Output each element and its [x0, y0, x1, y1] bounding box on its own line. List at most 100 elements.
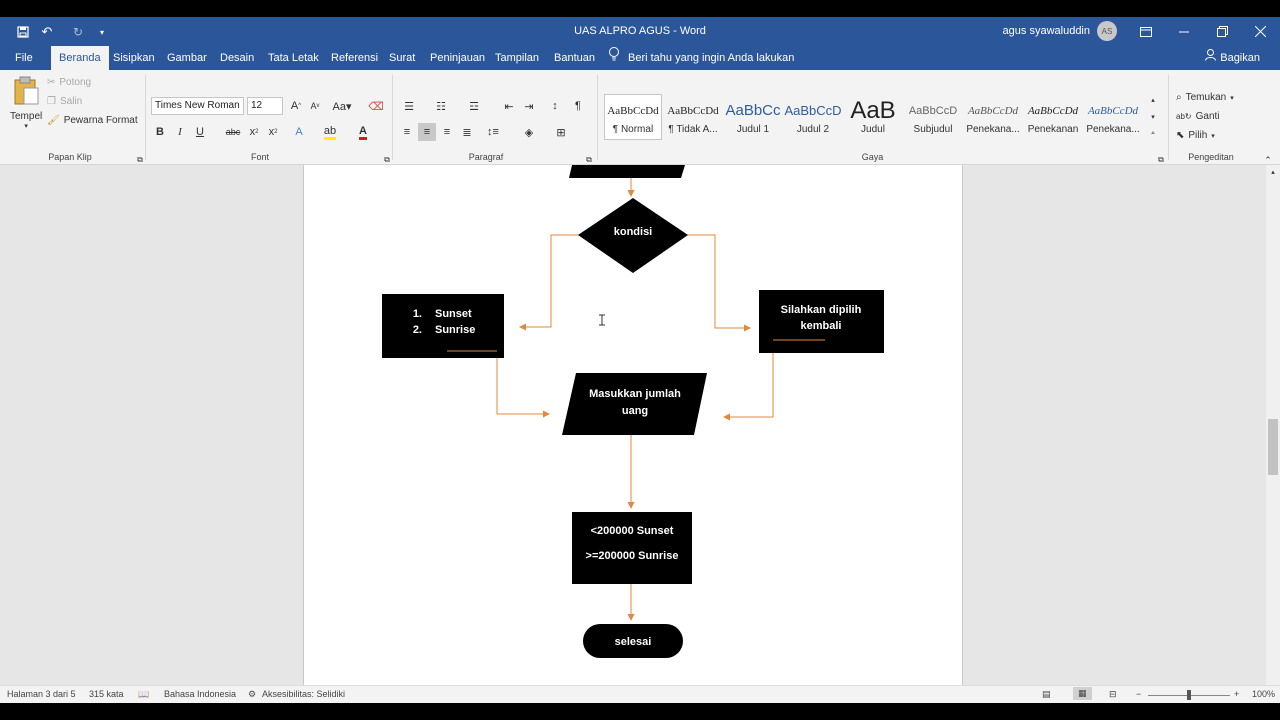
- gallery-more-icon[interactable]: ⩡: [1144, 127, 1162, 141]
- document-page[interactable]: kondisi 1. Sunset 2. Sunrise Silahkan di…: [303, 165, 963, 702]
- align-left-icon[interactable]: ≡: [398, 123, 416, 141]
- proofing-icon[interactable]: 📖: [138, 689, 149, 700]
- print-layout-icon[interactable]: ▦: [1073, 687, 1092, 700]
- zoom-out-icon[interactable]: −: [1136, 689, 1141, 699]
- subscript-icon[interactable]: x2: [245, 123, 263, 141]
- cut-label: Potong: [59, 77, 92, 88]
- show-marks-icon[interactable]: ¶: [569, 97, 587, 115]
- document-area[interactable]: kondisi 1. Sunset 2. Sunrise Silahkan di…: [0, 165, 1266, 702]
- align-center-icon[interactable]: ≡: [418, 123, 436, 141]
- select-button[interactable]: ⬉ Pilih ▾: [1176, 130, 1215, 141]
- italic-icon[interactable]: I: [171, 123, 189, 141]
- zoom-level[interactable]: 100%: [1252, 689, 1275, 699]
- style-preview: AaBbCcD: [784, 103, 842, 118]
- tab-tata-letak[interactable]: Tata Letak: [262, 46, 325, 70]
- tab-peninjauan[interactable]: Peninjauan: [424, 46, 491, 70]
- strikethrough-icon[interactable]: abc: [224, 123, 242, 141]
- terminal-label: selesai: [615, 636, 652, 648]
- close-button[interactable]: [1241, 17, 1279, 46]
- find-button[interactable]: ⌕ Temukan ▾: [1176, 92, 1234, 103]
- minimize-button[interactable]: [1165, 17, 1203, 46]
- underline-icon[interactable]: U: [191, 123, 209, 141]
- decision-label: kondisi: [614, 226, 653, 238]
- page-count[interactable]: Halaman 3 dari 5: [7, 689, 76, 699]
- replace-icon: ab↻: [1176, 112, 1192, 121]
- decrease-indent-icon[interactable]: ⇤: [500, 97, 518, 115]
- multilevel-list-icon[interactable]: ☲: [465, 97, 483, 115]
- tab-gambar[interactable]: Gambar: [161, 46, 213, 70]
- tab-desain[interactable]: Desain: [214, 46, 260, 70]
- accessibility-icon[interactable]: ⚙: [248, 689, 256, 700]
- style-name: Penekana...: [1086, 124, 1140, 135]
- gallery-down-icon[interactable]: ▾: [1144, 110, 1162, 124]
- style-name: Subjudul: [913, 124, 953, 135]
- replace-button[interactable]: ab↻ Ganti: [1176, 111, 1220, 122]
- web-layout-icon[interactable]: ⊟: [1109, 689, 1117, 700]
- style-name: Penekana...: [966, 124, 1020, 135]
- bullets-icon[interactable]: ☰: [400, 97, 418, 115]
- shading-icon[interactable]: ◈: [520, 123, 538, 141]
- word-count[interactable]: 315 kata: [89, 689, 124, 699]
- scroll-up-icon[interactable]: ▴: [1266, 165, 1280, 179]
- tab-file[interactable]: File: [9, 46, 39, 70]
- highlight-icon[interactable]: ab: [321, 123, 339, 141]
- zoom-in-icon[interactable]: +: [1234, 689, 1239, 699]
- style-no-spacing[interactable]: AaBbCcDd ¶ Tidak A...: [663, 98, 723, 146]
- increase-indent-icon[interactable]: ⇥: [520, 97, 538, 115]
- vertical-scrollbar[interactable]: ▴ ▾: [1266, 165, 1280, 702]
- style-normal[interactable]: AaBbCcDd ¶ Normal: [603, 98, 663, 146]
- style-subtitle[interactable]: AaBbCcD Subjudul: [903, 98, 963, 146]
- style-subtle-emphasis[interactable]: AaBbCcDd Penekana...: [963, 98, 1023, 146]
- paste-button[interactable]: Tempel ▾: [10, 76, 42, 130]
- tab-beranda[interactable]: Beranda: [51, 46, 109, 70]
- bold-icon[interactable]: B: [151, 123, 169, 141]
- avatar[interactable]: AS: [1097, 21, 1117, 41]
- font-family-select[interactable]: Times New Roman: [151, 97, 244, 115]
- clipboard-group-label: Papan Klip: [48, 152, 92, 162]
- restore-button[interactable]: [1203, 17, 1241, 46]
- style-title[interactable]: AaB Judul: [843, 98, 903, 146]
- share-button[interactable]: Bagikan: [1205, 46, 1260, 70]
- tab-tampilan[interactable]: Tampilan: [489, 46, 545, 70]
- copy-button[interactable]: ❐ Salin: [47, 96, 82, 107]
- clear-formatting-icon[interactable]: ⌫: [367, 97, 385, 115]
- font-color-icon[interactable]: A: [354, 123, 372, 141]
- text-effects-icon[interactable]: A: [290, 123, 308, 141]
- paste-label: Tempel: [10, 111, 43, 122]
- scroll-thumb[interactable]: [1268, 419, 1278, 475]
- accessibility-status[interactable]: Aksesibilitas: Selidiki: [262, 689, 345, 699]
- grow-font-icon[interactable]: A ^: [287, 97, 305, 115]
- tab-bantuan[interactable]: Bantuan: [548, 46, 601, 70]
- align-right-icon[interactable]: ≡: [438, 123, 456, 141]
- style-preview: AaBbCcDd: [1027, 105, 1079, 117]
- format-painter-button[interactable]: 🖌 Pewarna Format: [47, 115, 138, 126]
- style-preview: AaBbCcDd: [967, 105, 1019, 117]
- language[interactable]: Bahasa Indonesia: [164, 689, 236, 699]
- style-preview: AaBbCcDd: [1087, 105, 1139, 117]
- tell-me-box[interactable]: Beri tahu yang ingin Anda lakukan: [608, 46, 794, 70]
- read-mode-icon[interactable]: ▤: [1042, 689, 1051, 700]
- zoom-slider-thumb[interactable]: [1187, 690, 1191, 700]
- sort-icon[interactable]: ↕: [546, 97, 564, 115]
- font-size-select[interactable]: 12: [247, 97, 283, 115]
- style-emphasis[interactable]: AaBbCcDd Penekanan: [1023, 98, 1083, 146]
- style-heading-1[interactable]: AaBbCc Judul 1: [723, 98, 783, 146]
- tab-referensi[interactable]: Referensi: [325, 46, 384, 70]
- change-case-icon[interactable]: Aa▾: [330, 97, 354, 115]
- text-cursor-icon: [599, 314, 605, 326]
- tab-sisipkan[interactable]: Sisipkan: [107, 46, 161, 70]
- ribbon-display-icon[interactable]: [1127, 17, 1165, 46]
- style-intense-emphasis[interactable]: AaBbCcDd Penekana...: [1083, 98, 1143, 146]
- superscript-icon[interactable]: x2: [264, 123, 282, 141]
- shrink-font-icon[interactable]: Av: [306, 97, 324, 115]
- line-spacing-icon[interactable]: ↕≡: [484, 123, 502, 141]
- gallery-up-icon[interactable]: ▴: [1144, 93, 1162, 107]
- numbering-icon[interactable]: ☷: [432, 97, 450, 115]
- justify-icon[interactable]: ≣: [458, 123, 476, 141]
- user-name[interactable]: agus syawaluddin: [1003, 25, 1090, 37]
- tab-surat[interactable]: Surat: [383, 46, 421, 70]
- style-heading-2[interactable]: AaBbCcD Judul 2: [783, 98, 843, 146]
- cut-button[interactable]: ✂ Potong: [47, 77, 91, 88]
- borders-icon[interactable]: ⊞: [552, 123, 570, 141]
- input-line: Masukkan jumlah: [589, 388, 681, 400]
